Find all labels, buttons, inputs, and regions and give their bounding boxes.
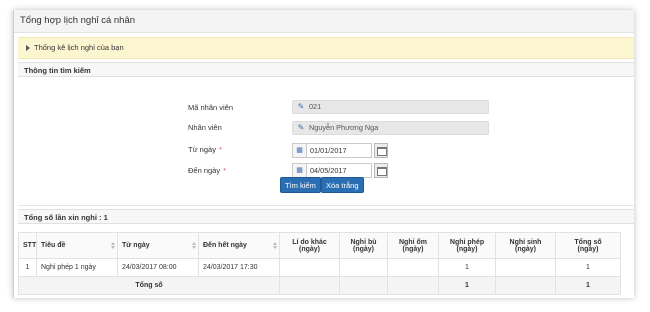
from-date-label: Từ ngày * — [188, 145, 222, 154]
employee-code-label: Mã nhân viên — [188, 103, 234, 112]
cell-comp — [339, 258, 388, 277]
col-comp: Nghỉ bù (ngày) — [339, 232, 388, 259]
search-section-title: Thông tin tìm kiếm — [18, 62, 634, 77]
table-row[interactable]: 1 Nghỉ phép 1 ngày 24/03/2017 08:00 24/0… — [18, 258, 621, 277]
triangle-right-icon — [26, 45, 30, 52]
from-date-input[interactable] — [306, 143, 372, 158]
col-other: Lí do khác (ngày) — [279, 232, 340, 259]
to-date-label: Đến ngày * — [188, 166, 227, 175]
total-cell-comp — [339, 276, 388, 295]
col-total: Tổng số (ngày) — [555, 232, 621, 259]
calendar-icon: ▦ — [292, 163, 306, 178]
col-sick: Nghỉ ốm (ngày) — [387, 232, 439, 259]
page-title: Tổng hợp lịch nghỉ cá nhân — [14, 10, 634, 33]
col-maternity: Nghỉ sinh (ngày) — [495, 232, 556, 259]
calendar-icon[interactable] — [374, 163, 388, 178]
cell-maternity — [495, 258, 556, 277]
calendar-icon: ▦ — [292, 143, 306, 158]
cell-total: 1 — [555, 258, 621, 277]
employee-label: Nhân viên — [188, 123, 222, 132]
calendar-icon[interactable] — [374, 143, 388, 158]
cell-from: 24/03/2017 08:00 — [117, 258, 199, 277]
employee-code-field: ✎ 021 — [292, 100, 489, 114]
total-sum: 1 — [555, 276, 621, 295]
col-stt: STT — [18, 232, 37, 259]
employee-field: ✎ Nguyễn Phương Nga — [292, 121, 489, 135]
to-date-picker: ▦ — [292, 163, 388, 178]
total-row: Tổng số 1 1 — [18, 276, 621, 295]
notice-text: Thống kê lịch nghỉ của bạn — [34, 43, 124, 52]
pencil-icon: ✎ — [297, 123, 305, 132]
col-title[interactable]: Tiêu đề — [36, 232, 118, 259]
leave-table: STT Tiêu đề Từ ngày Đến hết ngày Lí do k… — [18, 232, 621, 295]
cell-to: 24/03/2017 17:30 — [198, 258, 280, 277]
col-annual: Nghỉ phép (ngày) — [438, 232, 496, 259]
cell-sick — [387, 258, 439, 277]
cell-other — [279, 258, 340, 277]
sort-icon — [192, 242, 196, 250]
total-label: Tổng số — [18, 276, 280, 295]
table-header-row: STT Tiêu đề Từ ngày Đến hết ngày Lí do k… — [18, 232, 621, 259]
clear-button[interactable]: Xóa trắng — [321, 177, 364, 193]
total-cell-maternity — [495, 276, 556, 295]
pencil-icon: ✎ — [297, 102, 305, 111]
sort-icon — [273, 242, 277, 250]
total-cell-sick — [387, 276, 439, 295]
cell-annual: 1 — [438, 258, 496, 277]
cell-stt: 1 — [18, 258, 37, 277]
search-button[interactable]: Tìm kiếm — [280, 177, 321, 193]
cell-title: Nghỉ phép 1 ngày — [36, 258, 118, 277]
col-from[interactable]: Từ ngày — [117, 232, 199, 259]
total-cell-other — [279, 276, 340, 295]
sort-icon — [111, 242, 115, 250]
total-annual: 1 — [438, 276, 496, 295]
to-date-input[interactable] — [306, 163, 372, 178]
col-to[interactable]: Đến hết ngày — [198, 232, 280, 259]
from-date-picker: ▦ — [292, 143, 388, 158]
notice-bar[interactable]: Thống kê lịch nghỉ của bạn — [18, 37, 634, 59]
result-count-header: Tổng số lần xin nghỉ : 1 — [18, 209, 634, 224]
